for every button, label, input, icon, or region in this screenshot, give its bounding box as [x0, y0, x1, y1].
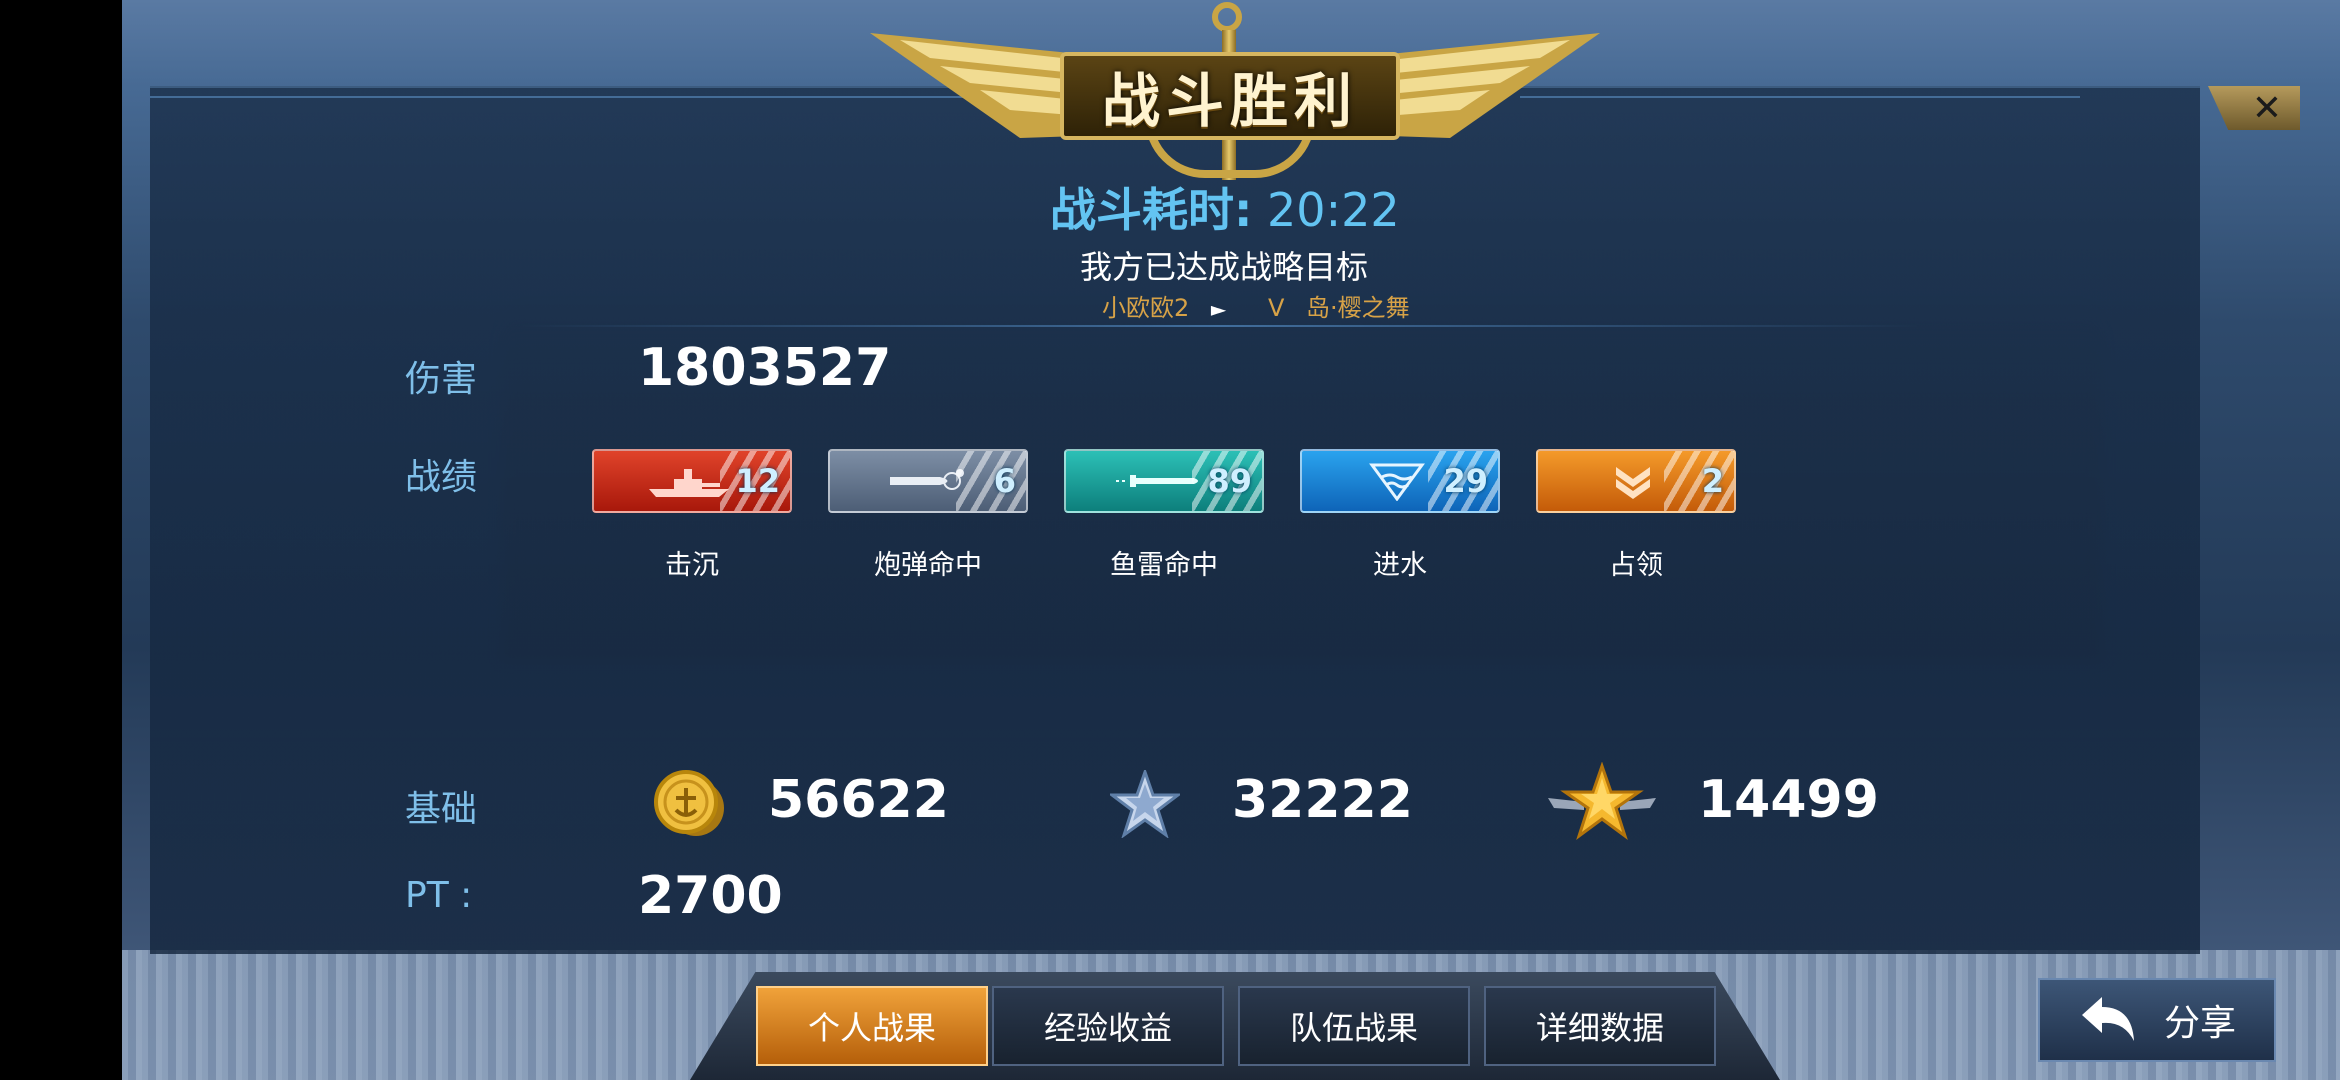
- tab-personal-results[interactable]: 个人战果: [756, 986, 988, 1066]
- coin-value: 56622: [768, 770, 949, 830]
- badge-torpedo-hit: 89: [1064, 449, 1264, 513]
- badge-label-shell-hit: 炮弹命中: [874, 550, 982, 581]
- duration-label: 战斗耗时:: [1050, 183, 1253, 237]
- tab-exp-gain[interactable]: 经验收益: [992, 986, 1224, 1066]
- map-name: 岛·樱之舞: [1306, 294, 1410, 322]
- return-arrow-icon: [2081, 997, 2134, 1041]
- versus-label: V: [1267, 294, 1285, 322]
- battle-duration: 战斗耗时: 20:22: [1050, 174, 1400, 240]
- badge-label-sink: 击沉: [665, 550, 719, 581]
- player-name: 小欧欧2: [1102, 294, 1190, 322]
- close-icon: ✕: [2251, 87, 2282, 129]
- base-label: 基础: [405, 789, 478, 830]
- badge-count: 89: [1207, 462, 1252, 500]
- divider: [1520, 96, 2080, 98]
- tab-team-results[interactable]: 队伍战果: [1238, 986, 1470, 1066]
- badge-count: 2: [1701, 462, 1724, 500]
- badge-shell-hit: 6: [828, 449, 1028, 513]
- badge-sink: 12: [592, 449, 792, 513]
- gold-coin-icon: [654, 770, 724, 836]
- badge-count: 6: [993, 462, 1016, 500]
- exp-value: 32222: [1232, 770, 1413, 830]
- share-label: 分享: [2163, 1003, 2236, 1044]
- divider: [520, 325, 1920, 327]
- badge-flooding: 29: [1300, 449, 1500, 513]
- badge-count: 12: [735, 462, 780, 500]
- pt-label: PT :: [405, 875, 473, 916]
- silver-star-icon: [1110, 770, 1180, 838]
- victory-banner: 战斗胜利: [1060, 52, 1400, 140]
- damage-value: 1803527: [638, 338, 892, 398]
- gold-winged-star-icon: [1548, 762, 1656, 840]
- play-arrow-icon: ►: [1210, 297, 1227, 321]
- battle-players: 小欧欧2 ► V 岛·樱之舞: [1102, 288, 1424, 323]
- pt-value: 2700: [638, 866, 783, 926]
- objective-text: 我方已达成战略目标: [1080, 248, 1369, 286]
- record-label: 战绩: [405, 457, 478, 498]
- victory-title: 战斗胜利: [1101, 67, 1358, 135]
- damage-label: 伤害: [405, 359, 478, 400]
- tab-detailed-data[interactable]: 详细数据: [1484, 986, 1716, 1066]
- badge-label-torpedo-hit: 鱼雷命中: [1110, 550, 1218, 581]
- badge-capture: 2: [1536, 449, 1736, 513]
- badge-label-capture: 占领: [1609, 550, 1663, 581]
- rank-value: 14499: [1698, 770, 1879, 830]
- anchor-icon: [1212, 2, 1242, 32]
- duration-value: 20:22: [1267, 183, 1400, 237]
- badge-label-flooding: 进水: [1373, 550, 1427, 581]
- badge-count: 29: [1443, 462, 1488, 500]
- share-button[interactable]: 分享: [2038, 978, 2276, 1062]
